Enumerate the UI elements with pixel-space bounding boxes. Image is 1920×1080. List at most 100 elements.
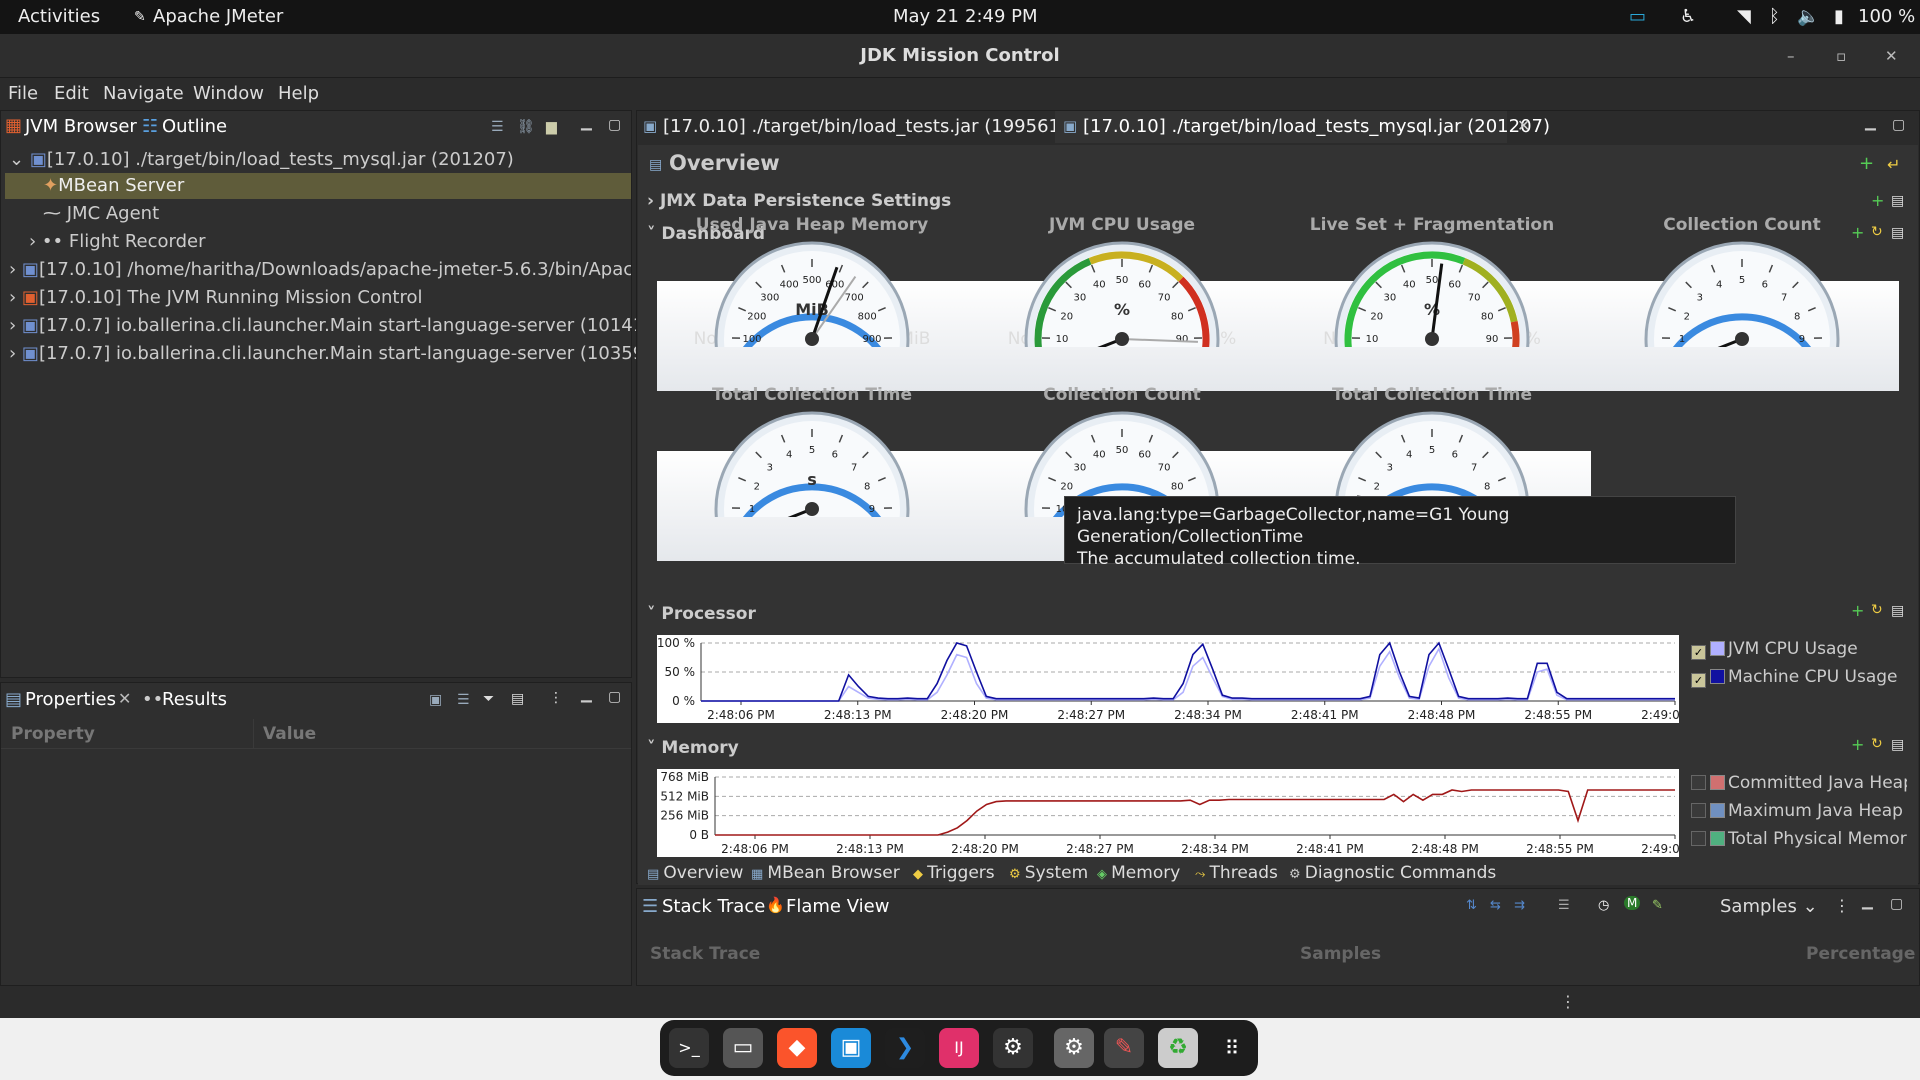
screen-cast-icon[interactable]: ▭ bbox=[1629, 6, 1646, 27]
checkbox-checked[interactable]: ✓ bbox=[1691, 645, 1706, 660]
jmeter-icon[interactable]: ✎ bbox=[1104, 1028, 1144, 1068]
checkbox-checked[interactable]: ✓ bbox=[1691, 673, 1706, 688]
intellij-icon[interactable]: IJ bbox=[939, 1028, 979, 1068]
view-menu-icon[interactable]: ⋮ bbox=[1834, 896, 1850, 915]
minimize-button[interactable]: – bbox=[1787, 34, 1795, 78]
brave-browser-icon[interactable]: ◆ bbox=[777, 1028, 817, 1068]
column-value[interactable]: Value bbox=[263, 724, 316, 744]
close-tab-icon[interactable]: ✕ bbox=[1517, 116, 1530, 135]
panel-minimize-icon[interactable]: ▁ bbox=[581, 687, 592, 703]
tree-item-mbean-server[interactable]: ✦MBean Server bbox=[43, 175, 184, 196]
app-grid-icon[interactable]: ⠿ bbox=[1212, 1028, 1252, 1068]
menu-edit[interactable]: Edit bbox=[54, 83, 89, 104]
tab-flame-view[interactable]: Flame View bbox=[786, 896, 889, 917]
remote-desktop-icon[interactable]: ▣ bbox=[831, 1028, 871, 1068]
activities-button[interactable]: Activities bbox=[18, 6, 100, 27]
system-settings-icon[interactable]: ⚙ bbox=[1054, 1028, 1094, 1068]
panel-maximize-icon[interactable]: ▢ bbox=[608, 117, 621, 133]
checkbox-unchecked[interactable] bbox=[1691, 831, 1706, 846]
legend-machine-cpu[interactable]: ✓ Machine CPU Usage bbox=[1691, 667, 1898, 688]
tab-stack-trace[interactable]: Stack Trace bbox=[662, 896, 765, 917]
editor-minimize-icon[interactable]: ▁ bbox=[1865, 115, 1876, 131]
page-tab-memory[interactable]: ◈ Memory bbox=[1097, 863, 1180, 883]
menu-navigate[interactable]: Navigate bbox=[103, 83, 184, 104]
editor-maximize-icon[interactable]: ▢ bbox=[1892, 117, 1905, 133]
status-menu-icon[interactable]: ⋮ bbox=[1560, 992, 1576, 1011]
group-icon[interactable]: ⇅ bbox=[1466, 898, 1477, 913]
refresh-icon[interactable]: ↻ bbox=[1871, 602, 1883, 618]
terminal-icon[interactable]: >_ bbox=[669, 1028, 709, 1068]
tree-icon[interactable]: ☰ bbox=[1558, 898, 1570, 913]
panel-maximize-icon[interactable]: ▢ bbox=[608, 689, 621, 705]
expand-icon[interactable]: ⇉ bbox=[1514, 898, 1525, 913]
menu-window[interactable]: Window bbox=[193, 83, 264, 104]
close-tab-icon[interactable]: ✕ bbox=[118, 689, 131, 708]
tree-item-jvm-ballerina-1[interactable]: › ▣[17.0.7] io.ballerina.cli.launcher.Ma… bbox=[9, 315, 663, 336]
time-label[interactable]: 2:49 PM bbox=[965, 6, 1038, 27]
settings-icon[interactable]: ⚙ bbox=[993, 1028, 1033, 1068]
date-label[interactable]: May 21 bbox=[893, 6, 959, 27]
table-icon[interactable]: ▤ bbox=[1891, 193, 1904, 209]
maximize-button[interactable]: ▫ bbox=[1836, 34, 1846, 78]
view-menu-icon[interactable]: ⋮ bbox=[549, 690, 563, 706]
panel-maximize-icon[interactable]: ▢ bbox=[1890, 896, 1903, 912]
tab-outline[interactable]: Outline bbox=[162, 116, 227, 137]
pin-icon[interactable]: ✎ bbox=[1652, 898, 1663, 913]
wifi-icon[interactable]: ◥ bbox=[1737, 6, 1751, 27]
filter-icon[interactable]: ⏷ bbox=[483, 691, 494, 707]
bluetooth-icon[interactable]: ᛒ bbox=[1769, 6, 1780, 27]
page-tab-overview[interactable]: ▤ Overview bbox=[647, 863, 743, 883]
add-icon[interactable]: + bbox=[1859, 153, 1874, 174]
refresh-icon[interactable]: ↻ bbox=[1871, 736, 1883, 752]
tree-item-flight-recorder[interactable]: › •• Flight Recorder bbox=[29, 231, 206, 252]
connect-icon[interactable]: ⛓ bbox=[517, 119, 535, 135]
tab-properties[interactable]: Properties bbox=[25, 689, 116, 710]
legend-committed-heap[interactable]: Committed Java Heap bbox=[1691, 773, 1907, 793]
legend-max-heap[interactable]: Maximum Java Heap bbox=[1691, 801, 1907, 821]
checkbox-unchecked[interactable] bbox=[1691, 775, 1706, 790]
folder-icon[interactable]: ▆ bbox=[546, 119, 557, 135]
tree-item-jvm-jmeter[interactable]: › ▣[17.0.10] /home/haritha/Downloads/apa… bbox=[9, 259, 631, 280]
clock-icon[interactable]: ◷ bbox=[1598, 898, 1609, 913]
add-icon[interactable]: + bbox=[1851, 601, 1864, 620]
panel-minimize-icon[interactable]: ▁ bbox=[581, 115, 592, 131]
apply-icon[interactable]: ↵ bbox=[1887, 155, 1900, 174]
processor-section[interactable]: ˅ Processor bbox=[647, 604, 756, 624]
page-tab-diagnostic-commands[interactable]: ⚙ Diagnostic Commands bbox=[1289, 863, 1496, 883]
tree-item-jmc-agent[interactable]: ⁓ JMC Agent bbox=[43, 203, 159, 224]
samples-dropdown[interactable]: Samples ⌄ bbox=[1720, 896, 1818, 917]
column-percentage[interactable]: Percentage bbox=[1806, 944, 1915, 964]
collapse-icon[interactable]: ⇆ bbox=[1490, 898, 1501, 913]
table-icon[interactable]: ▤ bbox=[511, 691, 524, 707]
memory-section[interactable]: ˅ Memory bbox=[647, 738, 739, 758]
page-tab-threads[interactable]: ⤳ Threads bbox=[1195, 863, 1278, 883]
chart-icon[interactable]: ▤ bbox=[1891, 603, 1904, 619]
add-icon[interactable]: ▣ bbox=[429, 692, 442, 708]
legend-physical-memory[interactable]: Total Physical Memor bbox=[1691, 829, 1907, 849]
tree-item-jvm-ballerina-2[interactable]: › ▣[17.0.7] io.ballerina.cli.launcher.Ma… bbox=[9, 343, 651, 364]
collapse-icon[interactable]: ☰ bbox=[491, 119, 504, 135]
column-stack-trace[interactable]: Stack Trace bbox=[650, 944, 760, 964]
legend-jvm-cpu[interactable]: ✓ JVM CPU Usage bbox=[1691, 639, 1858, 660]
panel-minimize-icon[interactable]: ▁ bbox=[1862, 894, 1873, 910]
tree-icon[interactable]: ☰ bbox=[457, 692, 470, 708]
column-property[interactable]: Property bbox=[11, 724, 95, 744]
accessibility-icon[interactable]: ♿ bbox=[1680, 6, 1696, 27]
battery-icon[interactable]: ▮ bbox=[1834, 6, 1844, 27]
editor-tab-load-tests-mysql[interactable]: [17.0.10] ./target/bin/load_tests_mysql.… bbox=[1083, 116, 1550, 137]
add-icon[interactable]: + bbox=[1871, 191, 1884, 210]
memory-chart[interactable]: 768 MiB 512 MiB 256 MiB 0 B 2:48:06 PM 2:48:1… bbox=[657, 769, 1709, 857]
vscode-icon[interactable]: ❯ bbox=[885, 1028, 925, 1068]
menu-file[interactable]: File bbox=[8, 83, 38, 104]
files-icon[interactable]: ▭ bbox=[723, 1028, 763, 1068]
page-tab-mbean-browser[interactable]: ▦ MBean Browser bbox=[751, 863, 900, 883]
close-window-button[interactable]: ✕ bbox=[1885, 34, 1898, 78]
checkbox-unchecked[interactable] bbox=[1691, 803, 1706, 818]
page-tab-system[interactable]: ⚙ System bbox=[1009, 863, 1088, 883]
tab-jvm-browser[interactable]: JVM Browser bbox=[25, 116, 137, 137]
tab-results[interactable]: Results bbox=[162, 689, 227, 710]
add-icon[interactable]: + bbox=[1851, 735, 1864, 754]
volume-icon[interactable]: 🔈 bbox=[1797, 6, 1819, 27]
jmx-persistence-section[interactable]: › JMX Data Persistence Settings bbox=[647, 191, 951, 211]
processor-chart[interactable]: 100 % 50 % 0 % 2:48:06 PM 2:48:13 PM 2:48:20 … bbox=[657, 635, 1709, 723]
